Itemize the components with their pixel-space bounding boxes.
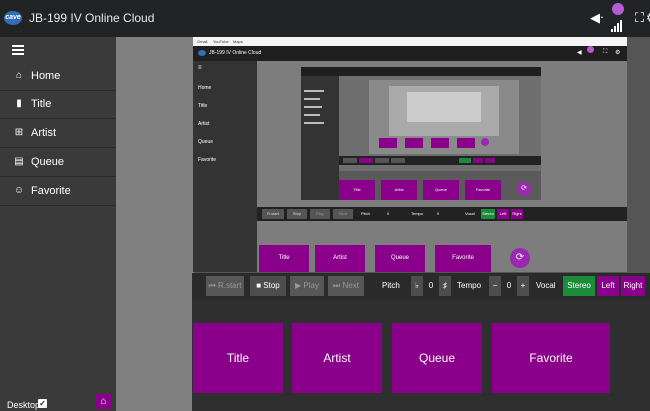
preview-title: JB-199 IV Online Cloud: [209, 50, 262, 56]
main-area: Gmail YouTube Maps JB-199 IV Online Clou…: [116, 37, 650, 411]
volume-icon[interactable]: ◀ᐧ: [590, 10, 603, 26]
gear-icon[interactable]: ⚙: [646, 10, 650, 26]
bookmark-gmail: Gmail: [197, 39, 208, 44]
preview-nested-tile: Favorite: [465, 180, 501, 200]
microphone-head-icon: [612, 3, 624, 15]
grid-icon: ⊞: [14, 127, 24, 138]
tile-queue[interactable]: Queue: [392, 323, 482, 393]
microphone-icon[interactable]: [609, 3, 627, 33]
preview-nested-tile: Artist: [381, 180, 417, 200]
sidebar-item-artist[interactable]: ⊞ Artist: [0, 119, 116, 148]
preview-mic-icon: [587, 46, 594, 53]
users-icon: ☺: [13, 185, 25, 196]
desktop-label: Desktop: [7, 400, 41, 410]
preview-sidebar-item: Queue: [198, 139, 214, 145]
fullscreen-icon[interactable]: ⛶: [635, 10, 644, 26]
sidebar-item-label: Favorite: [31, 185, 71, 197]
preview-sidebar-item: Title: [198, 103, 208, 109]
sidebar-item-label: Queue: [31, 156, 65, 168]
sidebar-item-queue[interactable]: ▤ Queue: [0, 148, 116, 177]
preview-nested-capture: Title Artist Queue Favorite ⟳: [301, 67, 541, 200]
tempo-value: 0: [502, 276, 516, 296]
sidebar-item-label: Artist: [31, 127, 57, 139]
preview-top-bar: JB-199 IV Online Cloud ◀ ⛶ ⚙: [193, 46, 627, 61]
preview-refresh-icon: ⟳: [510, 248, 530, 268]
stereo-button[interactable]: Stereo: [563, 276, 595, 296]
app-logo: cave: [4, 11, 22, 25]
preview-tile: Artist: [315, 245, 365, 272]
menu-icon[interactable]: [12, 45, 24, 55]
tile-artist[interactable]: Artist: [292, 323, 382, 393]
pitch-value: 0: [424, 276, 438, 296]
pitch-sharp-button[interactable]: ♯: [439, 276, 451, 296]
sidebar-item-home[interactable]: ⌂ Home: [0, 62, 116, 91]
browser-bookmarks-bar: Gmail YouTube Maps: [193, 37, 627, 46]
tile-favorite[interactable]: Favorite: [492, 323, 610, 393]
restart-button[interactable]: ⏮ R.start: [206, 276, 244, 296]
preview-tile: Queue: [375, 245, 425, 272]
list-icon: ▤: [14, 156, 24, 167]
preview-controls: R.start Stop Play Next Pitch 0 Tempo 0 V…: [257, 207, 627, 221]
preview-sidebar-item: Favorite: [198, 157, 217, 163]
vocal-label: Vocal: [536, 281, 556, 290]
play-button[interactable]: ▶ Play: [290, 276, 324, 296]
tempo-label: Tempo: [457, 281, 482, 290]
app-window: cave JB-199 IV Online Cloud ◀ᐧ ⛶ ⚙ ⌂ Hom…: [0, 0, 650, 411]
pitch-label: Pitch: [382, 281, 400, 290]
sidebar-item-favorite[interactable]: ☺ Favorite: [0, 177, 116, 206]
sidebar-item-title[interactable]: ▮ Title: [0, 90, 116, 119]
quick-access-area: Title Artist Queue Favorite: [192, 299, 650, 411]
preview-nested-refresh-icon: ⟳: [517, 182, 531, 196]
sidebar: ⌂ Home ▮ Title ⊞ Artist ▤ Queue ☺ Favori…: [0, 37, 116, 411]
preview-volume-icon: ◀: [577, 50, 582, 56]
pitch-flat-button[interactable]: ♭: [411, 276, 423, 296]
preview-sidebar-item: Home: [198, 85, 212, 91]
preview-fullscreen-icon: ⛶: [603, 49, 608, 55]
sidebar-footer: Desktop ✓ ⌂: [0, 391, 116, 411]
right-button[interactable]: Right: [621, 276, 645, 296]
signal-bars-icon: [611, 20, 625, 32]
restart-icon: ⏮: [208, 281, 218, 290]
preview-nested-tile: Queue: [423, 180, 459, 200]
desktop-checkbox[interactable]: ✓: [38, 399, 47, 408]
playback-controls: ⏮ R.start ■ Stop ▶ Play ⏭ Next Pitch ♭ 0…: [192, 273, 650, 299]
tempo-minus-button[interactable]: −: [489, 276, 501, 296]
book-icon: ▮: [16, 98, 22, 109]
screen-capture-preview: Gmail YouTube Maps JB-199 IV Online Clou…: [193, 37, 627, 272]
left-button[interactable]: Left: [597, 276, 619, 296]
tempo-plus-button[interactable]: +: [517, 276, 529, 296]
preview-sidebar: ≡ Home Title Artist Queue Favorite: [193, 61, 257, 272]
next-button[interactable]: ⏭ Next: [328, 276, 364, 296]
stop-button[interactable]: ■ Stop: [250, 276, 286, 296]
sidebar-item-label: Title: [31, 98, 52, 110]
preview-tile: Title: [259, 245, 309, 272]
bookmark-youtube: YouTube: [213, 39, 229, 44]
bookmark-maps: Maps: [233, 39, 243, 44]
preview-gear-icon: ⚙: [615, 50, 621, 56]
home-icon: ⌂: [15, 70, 23, 81]
preview-nested-tile: Title: [339, 180, 375, 200]
preview-sidebar-item: Artist: [198, 121, 210, 127]
app-title: JB-199 IV Online Cloud: [29, 11, 155, 25]
tile-title[interactable]: Title: [193, 323, 283, 393]
preview-tile: Favorite: [435, 245, 491, 272]
top-bar: cave JB-199 IV Online Cloud ◀ᐧ ⛶ ⚙: [0, 0, 650, 37]
home-button[interactable]: ⌂: [95, 394, 112, 409]
preview-menu-icon: ≡: [198, 65, 202, 71]
preview-main: Title Artist Queue Favorite ⟳ R.start St…: [257, 61, 627, 272]
sidebar-item-label: Home: [31, 70, 61, 82]
